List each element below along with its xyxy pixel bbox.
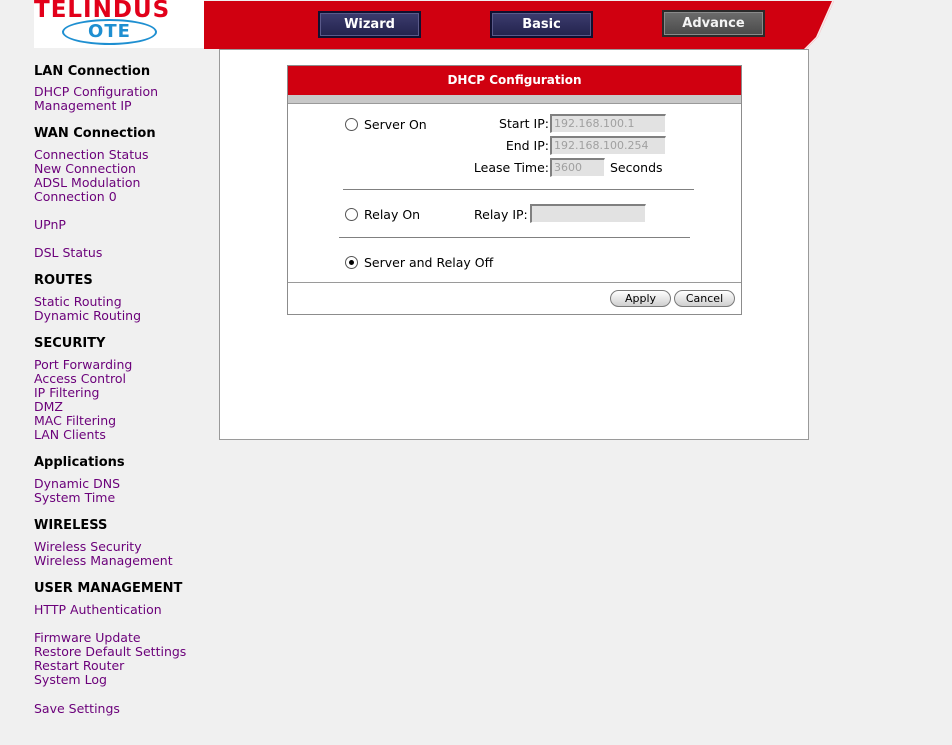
section-routes: ROUTES (34, 273, 93, 288)
nav-dhcp-configuration[interactable]: DHCP Configuration (34, 84, 158, 99)
nav-access-control[interactable]: Access Control (34, 371, 126, 386)
nav-http-authentication[interactable]: HTTP Authentication (34, 602, 162, 617)
section-lan-connection: LAN Connection (34, 64, 151, 79)
panel-header-stripe (288, 95, 741, 104)
nav-restart-router[interactable]: Restart Router (34, 658, 124, 673)
server-relay-off-radio[interactable] (345, 256, 358, 269)
server-on-label: Server On (364, 117, 427, 132)
server-relay-off-label: Server and Relay Off (364, 255, 494, 270)
nav-dynamic-dns[interactable]: Dynamic DNS (34, 476, 120, 491)
logo-sub-text: OTE (88, 21, 131, 42)
nav-dmz[interactable]: DMZ (34, 399, 63, 414)
nav-system-log[interactable]: System Log (34, 672, 107, 687)
nav-port-forwarding[interactable]: Port Forwarding (34, 357, 132, 372)
nav-save-settings[interactable]: Save Settings (34, 701, 120, 716)
nav-upnp[interactable]: UPnP (34, 217, 66, 232)
relay-ip-label: Relay IP: (474, 207, 528, 222)
start-ip-input[interactable]: 192.168.100.1 (550, 114, 666, 133)
nav-dsl-status[interactable]: DSL Status (34, 245, 102, 260)
cancel-button[interactable]: Cancel (674, 290, 735, 307)
section-security: SECURITY (34, 336, 106, 351)
separator-2 (339, 237, 690, 238)
relay-on-label: Relay On (364, 207, 421, 222)
end-ip-label: End IP: (505, 138, 549, 153)
nav-firmware-update[interactable]: Firmware Update (34, 630, 141, 645)
advance-button[interactable]: Advance (662, 10, 765, 37)
section-wireless: WIRELESS (34, 518, 108, 533)
separator-3 (288, 282, 741, 283)
nav-wireless-management[interactable]: Wireless Management (34, 553, 173, 568)
section-user-management: USER MANAGEMENT (34, 581, 183, 596)
section-applications: Applications (34, 455, 125, 470)
wizard-button[interactable]: Wizard (318, 11, 421, 38)
basic-button[interactable]: Basic (490, 11, 593, 38)
nav-static-routing[interactable]: Static Routing (34, 294, 122, 309)
panel-title: DHCP Configuration (288, 66, 741, 95)
lease-time-input[interactable]: 3600 (550, 158, 605, 177)
nav-connection-status[interactable]: Connection Status (34, 147, 149, 162)
nav-adsl-modulation[interactable]: ADSL Modulation (34, 175, 140, 190)
nav-mac-filtering[interactable]: MAC Filtering (34, 413, 116, 428)
nav-ip-filtering[interactable]: IP Filtering (34, 385, 100, 400)
brand-logo: TELINDUS OTE (34, 0, 204, 48)
server-on-radio[interactable] (345, 118, 358, 131)
lease-time-label: Lease Time: (473, 160, 549, 175)
nav-dynamic-routing[interactable]: Dynamic Routing (34, 308, 141, 323)
apply-button[interactable]: Apply (610, 290, 671, 307)
section-wan-connection: WAN Connection (34, 126, 156, 141)
nav-wireless-security[interactable]: Wireless Security (34, 539, 142, 554)
seconds-label: Seconds (610, 160, 663, 175)
nav-restore-default-settings[interactable]: Restore Default Settings (34, 644, 186, 659)
separator-1 (343, 189, 694, 190)
nav-connection-0[interactable]: Connection 0 (34, 189, 117, 204)
relay-on-radio[interactable] (345, 208, 358, 221)
end-ip-input[interactable]: 192.168.100.254 (550, 136, 666, 155)
nav-system-time[interactable]: System Time (34, 490, 115, 505)
relay-ip-input[interactable] (530, 204, 646, 223)
start-ip-label: Start IP: (499, 116, 549, 131)
top-nav-bar: Wizard Basic Advance (204, 1, 834, 49)
nav-management-ip[interactable]: Management IP (34, 98, 132, 113)
nav-lan-clients[interactable]: LAN Clients (34, 427, 106, 442)
nav-new-connection[interactable]: New Connection (34, 161, 136, 176)
dhcp-config-panel: DHCP Configuration Server On Start IP: 1… (287, 65, 742, 315)
